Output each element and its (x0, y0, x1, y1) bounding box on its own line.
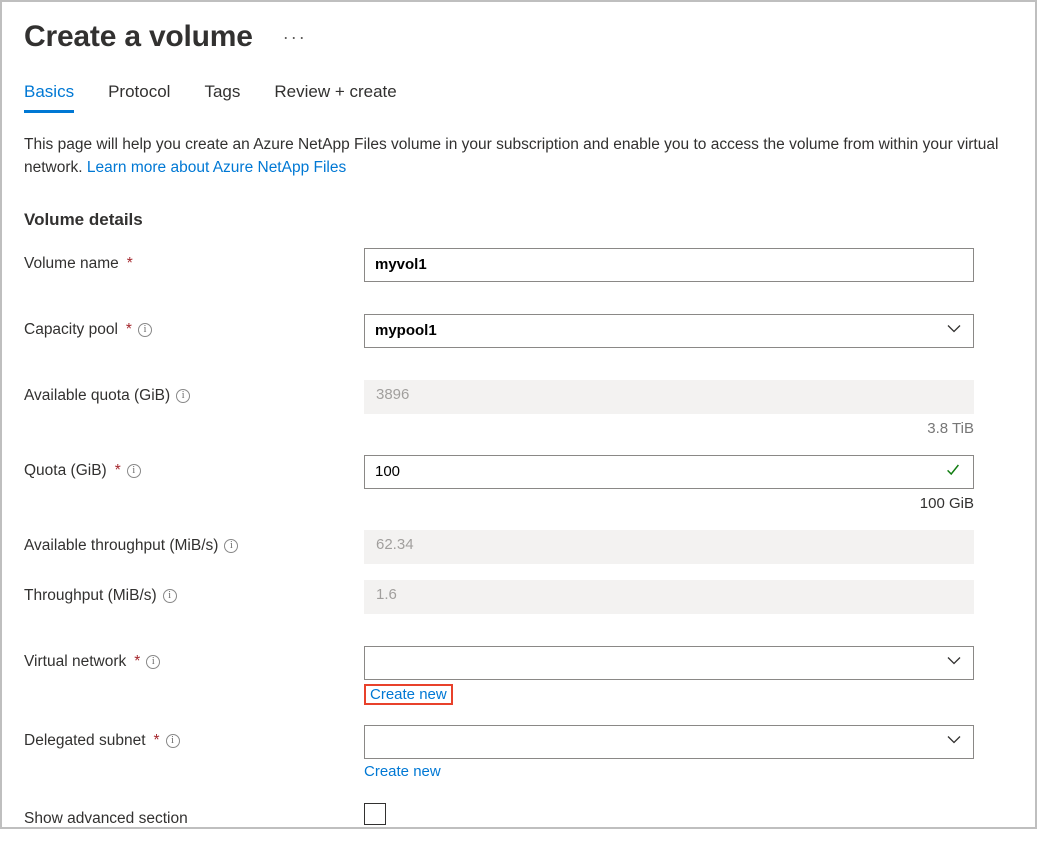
info-icon[interactable]: i (166, 734, 180, 748)
label-available-throughput: Available throughput (MiB/s) (24, 537, 218, 555)
label-capacity-pool: Capacity pool (24, 321, 118, 339)
virtual-network-select[interactable] (364, 646, 974, 680)
label-throughput: Throughput (MiB/s) (24, 587, 157, 605)
info-icon[interactable]: i (163, 589, 177, 603)
required-icon: * (154, 732, 160, 750)
more-actions-icon[interactable]: ··· (283, 27, 307, 48)
delegated-subnet-select[interactable] (364, 725, 974, 759)
info-icon[interactable]: i (146, 655, 160, 669)
info-icon[interactable]: i (127, 464, 141, 478)
available-quota-hint: 3.8 TiB (364, 420, 974, 437)
throughput-value: 1.6 (364, 580, 974, 614)
quota-input[interactable] (364, 455, 974, 489)
show-advanced-checkbox[interactable] (364, 803, 386, 825)
required-icon: * (127, 255, 133, 273)
info-icon[interactable]: i (176, 389, 190, 403)
tab-tags[interactable]: Tags (204, 82, 240, 113)
available-throughput-value: 62.34 (364, 530, 974, 564)
required-icon: * (134, 653, 140, 671)
info-icon[interactable]: i (138, 323, 152, 337)
label-delegated-subnet: Delegated subnet (24, 732, 146, 750)
intro-text: This page will help you create an Azure … (24, 133, 1013, 180)
section-volume-details: Volume details (24, 210, 1013, 230)
volume-name-input[interactable] (364, 248, 974, 282)
required-icon: * (126, 321, 132, 339)
required-icon: * (115, 462, 121, 480)
tab-basics[interactable]: Basics (24, 82, 74, 113)
page-title: Create a volume (24, 20, 253, 54)
available-quota-value: 3896 (364, 380, 974, 414)
label-quota: Quota (GiB) (24, 462, 107, 480)
tab-bar: Basics Protocol Tags Review + create (24, 82, 1013, 113)
quota-hint: 100 GiB (364, 495, 974, 512)
label-available-quota: Available quota (GiB) (24, 387, 170, 405)
tab-protocol[interactable]: Protocol (108, 82, 170, 113)
label-show-advanced: Show advanced section (24, 810, 188, 828)
create-new-vnet-link[interactable]: Create new (364, 684, 453, 705)
capacity-pool-select[interactable] (364, 314, 974, 348)
learn-more-link[interactable]: Learn more about Azure NetApp Files (87, 159, 346, 176)
label-volume-name: Volume name (24, 255, 119, 273)
label-virtual-network: Virtual network (24, 653, 126, 671)
tab-review-create[interactable]: Review + create (274, 82, 396, 113)
create-new-subnet-link[interactable]: Create new (364, 763, 441, 780)
info-icon[interactable]: i (224, 539, 238, 553)
